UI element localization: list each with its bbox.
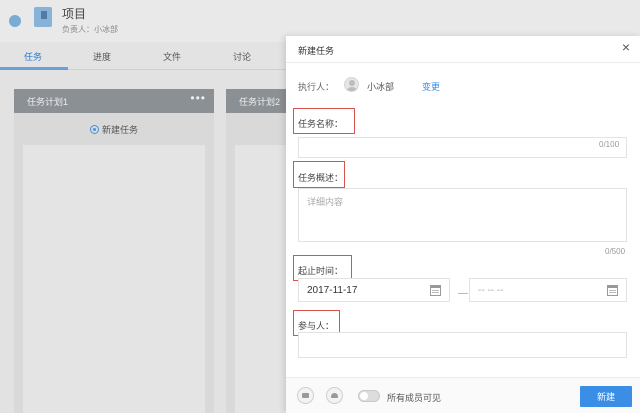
create-task-button[interactable]: 新建 [580,386,632,407]
task-name-label: 任务名称： [298,119,344,129]
participants-label: 参与人： [298,321,335,331]
task-desc-textarea[interactable] [298,188,627,242]
task-column-1: 任务计划1 ••• 新建任务 [14,89,214,413]
tab-active-indicator [0,67,68,70]
tab-files[interactable]: 文件 [163,50,181,63]
tab-progress[interactable]: 进度 [93,50,111,63]
project-owner: 负责人：小冰部 [62,25,118,34]
executor-label: 执行人： [298,82,335,92]
project-title: 项目 [62,7,87,21]
end-date-placeholder: -- -- -- [478,285,504,296]
column-body [23,145,205,413]
time-range-label: 起止时间： [298,266,344,276]
visibility-toggle[interactable] [358,390,380,402]
task-desc-counter: 0/500 [605,247,626,256]
new-task-label: 新建任务 [101,125,138,135]
end-date-input[interactable]: -- -- -- [469,278,627,302]
participants-input[interactable] [298,332,627,358]
column-title: 任务计划1 [27,97,69,107]
add-circle-icon [89,125,99,134]
task-name-counter: 0/100 [599,140,620,149]
start-date-input[interactable]: 2017-11-17 [298,278,450,302]
upload-icon[interactable] [326,387,343,404]
date-range-separator: — [458,288,468,299]
column-header: 任务计划1 ••• [14,89,214,113]
dialog-footer: 所有成员可见 新建 [286,377,640,413]
tab-tasks[interactable]: 任务 [24,50,42,63]
change-executor-link[interactable]: 变更 [422,80,440,93]
start-date-value: 2017-11-17 [307,285,358,296]
project-logo-icon [34,7,52,27]
back-icon[interactable] [9,15,21,27]
visibility-label: 所有成员可见 [387,393,442,403]
task-desc-label: 任务概述： [298,173,344,183]
calendar-icon[interactable] [430,285,441,296]
column-title: 任务计划2 [239,97,281,107]
new-task-button[interactable]: 新建任务 [14,123,214,136]
executor-name: 小冰部 [367,82,395,92]
tab-discussion[interactable]: 讨论 [233,50,251,63]
task-name-input[interactable] [298,137,627,158]
avatar-icon [344,77,359,92]
new-task-dialog: 新建任务 × 执行人： 小冰部 变更 任务名称： 0/100 任务概述： 0/5… [286,36,640,413]
close-icon[interactable]: × [622,39,630,55]
dialog-header: 新建任务 × [286,36,640,63]
folder-icon[interactable] [297,387,314,404]
more-icon[interactable]: ••• [190,91,206,105]
dialog-title: 新建任务 [298,46,335,56]
calendar-icon[interactable] [607,285,618,296]
